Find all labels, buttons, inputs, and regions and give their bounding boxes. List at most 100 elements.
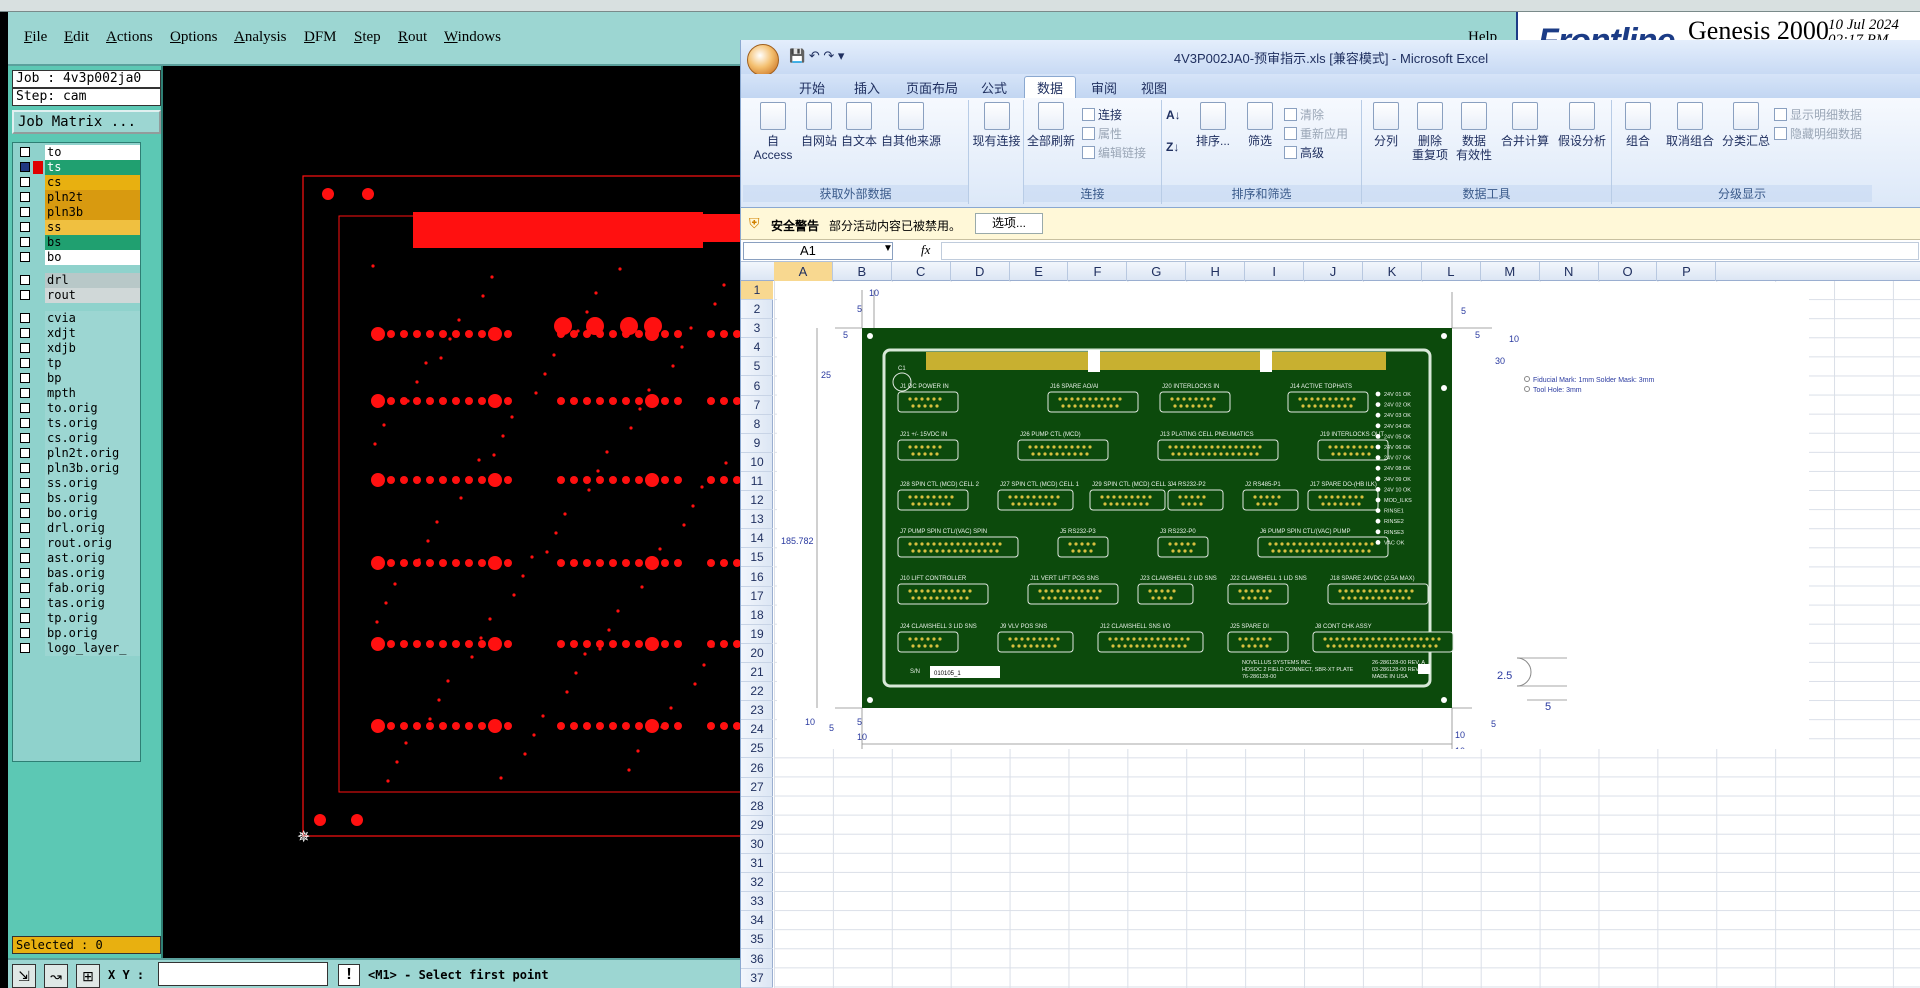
layer-checkbox[interactable] bbox=[20, 433, 30, 443]
layer-row-bo[interactable]: bo bbox=[15, 250, 140, 265]
layer-checkbox[interactable] bbox=[20, 628, 30, 638]
layer-checkbox[interactable] bbox=[20, 403, 30, 413]
column-header-G[interactable]: G bbox=[1127, 262, 1187, 281]
row-header-16[interactable]: 16 bbox=[741, 568, 773, 587]
layer-row-bp-orig[interactable]: bp.orig bbox=[15, 626, 140, 641]
layer-checkbox[interactable] bbox=[20, 388, 30, 398]
subtotal-button[interactable]: 分类汇总 bbox=[1720, 102, 1772, 148]
formula-input[interactable] bbox=[941, 242, 1919, 260]
qat-dropdown-icon[interactable]: ▾ bbox=[838, 48, 845, 63]
layer-checkbox[interactable] bbox=[20, 207, 30, 217]
layer-row-tp-orig[interactable]: tp.orig bbox=[15, 611, 140, 626]
row-header-25[interactable]: 25 bbox=[741, 739, 773, 759]
layer-row-pln3b-orig[interactable]: pln3b.orig bbox=[15, 461, 140, 476]
column-header-P[interactable]: P bbox=[1658, 262, 1717, 281]
row-header-12[interactable]: 12 bbox=[741, 491, 773, 511]
from-access-button[interactable]: 自 Access bbox=[747, 102, 799, 162]
layer-checkbox[interactable] bbox=[20, 313, 30, 323]
row-header-36[interactable]: 36 bbox=[741, 950, 773, 969]
menu-windows[interactable]: Windows bbox=[444, 29, 501, 46]
row-header-19[interactable]: 19 bbox=[741, 625, 773, 644]
layer-row-rout-orig[interactable]: rout.orig bbox=[15, 536, 140, 551]
undo-icon[interactable]: ↶ bbox=[809, 48, 820, 63]
row-header-21[interactable]: 21 bbox=[741, 663, 773, 682]
save-icon[interactable]: 💾 bbox=[789, 48, 805, 63]
layer-row-tp[interactable]: tp bbox=[15, 356, 140, 371]
sort-button[interactable]: 排序... bbox=[1190, 102, 1236, 148]
layer-checkbox[interactable] bbox=[20, 508, 30, 518]
layer-checkbox[interactable] bbox=[20, 237, 30, 247]
show-detail-button[interactable]: 显示明细数据 bbox=[1774, 106, 1862, 123]
name-box[interactable]: A1 bbox=[743, 242, 893, 260]
row-header-11[interactable]: 11 bbox=[741, 472, 773, 491]
fx-icon[interactable]: fx bbox=[921, 242, 930, 258]
row-header-34[interactable]: 34 bbox=[741, 911, 773, 931]
column-header-H[interactable]: H bbox=[1186, 262, 1246, 281]
layer-row-logo-layer-[interactable]: logo_layer_ bbox=[15, 641, 140, 656]
row-header-17[interactable]: 17 bbox=[741, 587, 773, 606]
layer-checkbox[interactable] bbox=[20, 343, 30, 353]
layer-row-cvia[interactable]: cvia bbox=[15, 311, 140, 326]
layer-checkbox[interactable] bbox=[20, 373, 30, 383]
column-header-I[interactable]: I bbox=[1245, 262, 1305, 281]
tab-data[interactable]: 数据 bbox=[1037, 78, 1063, 97]
row-header-14[interactable]: 14 bbox=[741, 529, 773, 549]
row-header-26[interactable]: 26 bbox=[741, 759, 773, 778]
column-header-M[interactable]: M bbox=[1481, 262, 1540, 281]
row-header-15[interactable]: 15 bbox=[741, 548, 773, 568]
row-header-31[interactable]: 31 bbox=[741, 854, 773, 873]
row-header-13[interactable]: 13 bbox=[741, 510, 773, 530]
group-button[interactable]: 组合 bbox=[1616, 102, 1660, 148]
layer-row-pln2t[interactable]: pln2t bbox=[15, 190, 140, 205]
menu-edit[interactable]: Edit bbox=[64, 29, 89, 46]
layer-checkbox[interactable] bbox=[20, 448, 30, 458]
layer-row-to[interactable]: to bbox=[15, 145, 140, 160]
menu-file[interactable]: File bbox=[24, 29, 47, 46]
layer-row-xdjt[interactable]: xdjt bbox=[15, 326, 140, 341]
layer-checkbox[interactable] bbox=[20, 275, 30, 285]
genesis-graphic-canvas[interactable]: ✵ bbox=[163, 66, 740, 958]
menu-step[interactable]: Step bbox=[354, 29, 381, 46]
layer-checkbox[interactable] bbox=[20, 290, 30, 300]
row-header-2[interactable]: 2 bbox=[741, 300, 773, 320]
layer-checkbox[interactable] bbox=[20, 598, 30, 608]
row-header-8[interactable]: 8 bbox=[741, 415, 773, 434]
layer-row-bp[interactable]: bp bbox=[15, 371, 140, 386]
layer-checkbox[interactable] bbox=[20, 553, 30, 563]
layer-row-bs-orig[interactable]: bs.orig bbox=[15, 491, 140, 506]
column-header-K[interactable]: K bbox=[1363, 262, 1422, 281]
row-header-4[interactable]: 4 bbox=[741, 338, 773, 358]
column-header-B[interactable]: B bbox=[833, 262, 892, 281]
row-header-22[interactable]: 22 bbox=[741, 682, 773, 702]
layer-checkbox[interactable] bbox=[20, 162, 30, 172]
row-header-9[interactable]: 9 bbox=[741, 434, 773, 453]
layer-checkbox[interactable] bbox=[20, 523, 30, 533]
row-header-6[interactable]: 6 bbox=[741, 377, 773, 396]
layer-row-tas-orig[interactable]: tas.orig bbox=[15, 596, 140, 611]
row-header-7[interactable]: 7 bbox=[741, 396, 773, 415]
what-if-button[interactable]: 假设分析 bbox=[1554, 102, 1610, 148]
layer-row-xdjb[interactable]: xdjb bbox=[15, 341, 140, 356]
from-web-button[interactable]: 自网站 bbox=[799, 102, 839, 148]
column-header-L[interactable]: L bbox=[1422, 262, 1481, 281]
layer-checkbox[interactable] bbox=[20, 493, 30, 503]
column-header-N[interactable]: N bbox=[1540, 262, 1599, 281]
office-button-icon[interactable] bbox=[747, 44, 779, 76]
layer-row-cs[interactable]: cs bbox=[15, 175, 140, 190]
layer-checkbox[interactable] bbox=[20, 583, 30, 593]
layer-row-cs-orig[interactable]: cs.orig bbox=[15, 431, 140, 446]
advanced-button[interactable]: 高级 bbox=[1284, 144, 1324, 161]
layer-row-ss-orig[interactable]: ss.orig bbox=[15, 476, 140, 491]
tab-formulas[interactable]: 公式 bbox=[981, 78, 1007, 97]
column-header-A[interactable]: A bbox=[774, 262, 833, 281]
text-to-columns-button[interactable]: 分列 bbox=[1364, 102, 1408, 148]
row-header-27[interactable]: 27 bbox=[741, 778, 773, 797]
row-header-29[interactable]: 29 bbox=[741, 816, 773, 835]
layer-checkbox[interactable] bbox=[20, 328, 30, 338]
layer-checkbox[interactable] bbox=[20, 643, 30, 653]
layer-row-ss[interactable]: ss bbox=[15, 220, 140, 235]
embedded-pcb-drawing[interactable]: 105525185.782105510301.86551030510102.55… bbox=[777, 282, 1809, 760]
reapply-button[interactable]: 重新应用 bbox=[1284, 125, 1348, 142]
edit-links-button[interactable]: 编辑链接 bbox=[1082, 144, 1146, 161]
job-matrix-button[interactable]: Job Matrix ... bbox=[12, 110, 161, 134]
